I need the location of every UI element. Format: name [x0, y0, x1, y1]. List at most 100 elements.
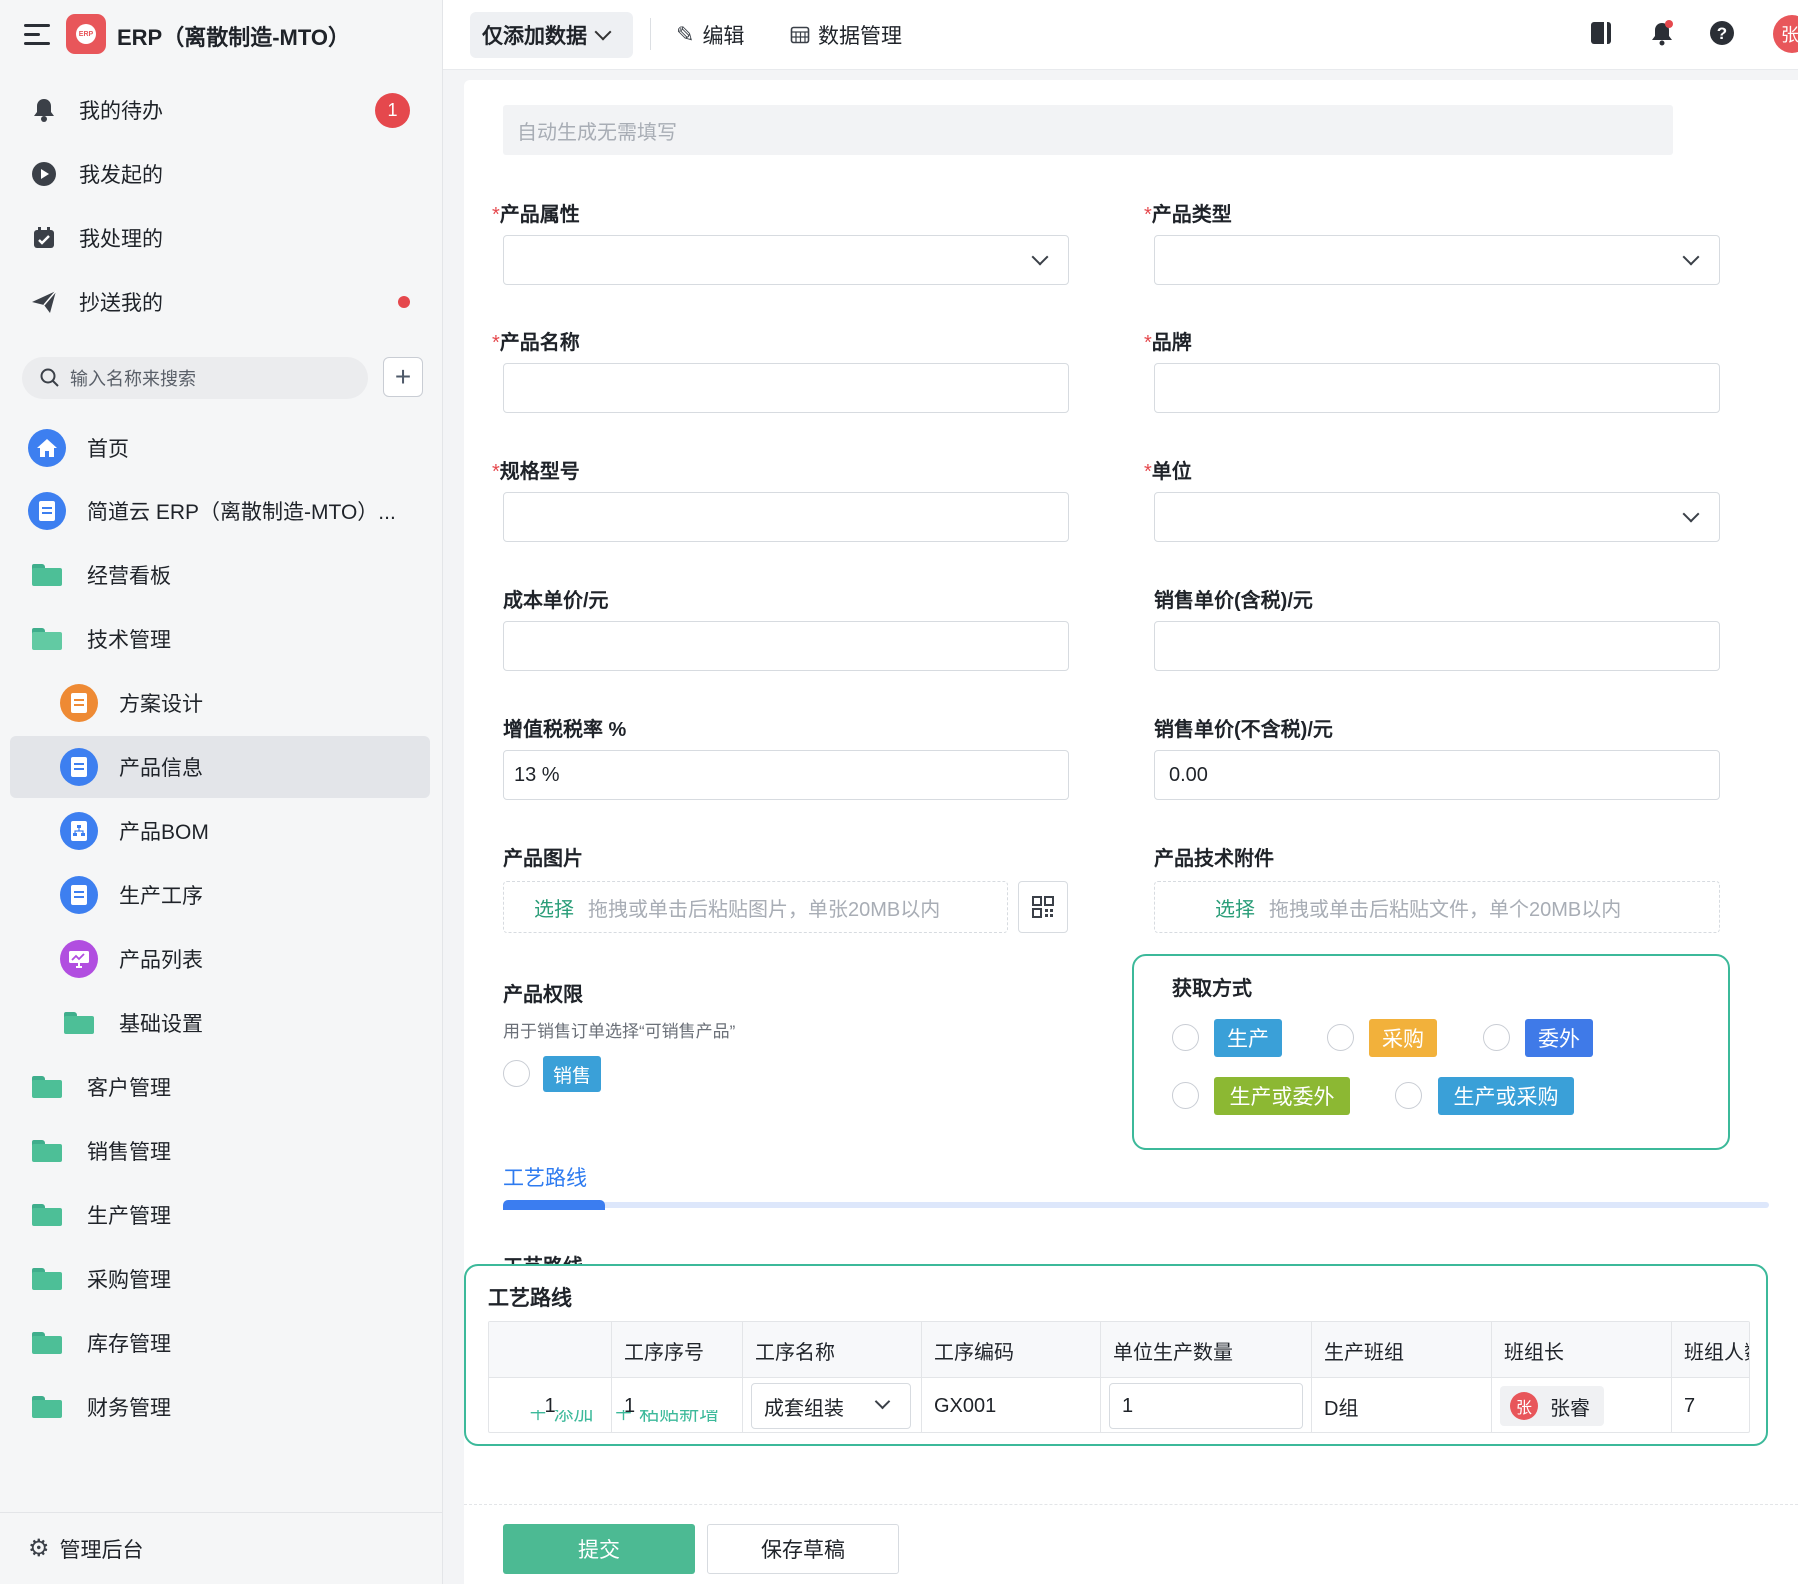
- menu-icon[interactable]: [24, 24, 50, 46]
- add-row-actions[interactable]: ＋ 添加 ＋ 粘贴新增: [528, 1410, 719, 1424]
- nav-process-label: 生产工序: [119, 885, 203, 908]
- spec-input[interactable]: [503, 492, 1069, 542]
- sale-price-tax-label: 销售单价(含税)/元: [1154, 590, 1313, 612]
- chevron-down-icon: [874, 1393, 891, 1410]
- product-attr-select[interactable]: [503, 235, 1069, 285]
- brand-label: *品牌: [1144, 332, 1192, 354]
- nav-tech[interactable]: 技术管理: [10, 608, 430, 670]
- cost-price-label: 成本单价/元: [503, 590, 609, 612]
- admin-link[interactable]: ⚙ 管理后台: [0, 1512, 443, 1584]
- nav-dashboard-label: 经营看板: [87, 565, 171, 588]
- nav-scheme[interactable]: 方案设计: [10, 672, 430, 734]
- todo-handled-label: 我处理的: [79, 228, 163, 251]
- nav-purchase-label: 采购管理: [87, 1269, 171, 1292]
- clipboard-icon: [60, 748, 98, 786]
- product-name-input[interactable]: [503, 363, 1069, 413]
- nav-inventory-label: 库存管理: [87, 1333, 171, 1356]
- notification-bell-icon[interactable]: [1647, 18, 1677, 48]
- nav-product-info-label: 产品信息: [119, 757, 203, 780]
- nav-erp-doc[interactable]: 简道云 ERP（离散制造-MTO）...: [10, 480, 430, 542]
- chevron-down-icon: [1031, 248, 1049, 266]
- todo-initiated-label: 我发起的: [79, 164, 163, 187]
- nav-production[interactable]: 生产管理: [10, 1184, 430, 1246]
- folder-icon: [32, 1268, 62, 1290]
- data-manage-label: 数据管理: [818, 25, 902, 48]
- nav-base-settings-label: 基础设置: [119, 1013, 203, 1036]
- todo-pending[interactable]: 我的待办 1: [0, 82, 443, 138]
- notebook-icon[interactable]: [1586, 18, 1616, 48]
- submit-button[interactable]: 提交: [503, 1524, 695, 1574]
- nav-purchase[interactable]: 采购管理: [10, 1248, 430, 1310]
- user-avatar[interactable]: 张: [1773, 15, 1798, 53]
- row-seq-cell[interactable]: 1: [612, 1378, 743, 1432]
- nav-bom[interactable]: 产品BOM: [10, 800, 430, 862]
- attach-upload-hint: 拖拽或单击后粘贴文件，单个20MB以内: [1269, 898, 1622, 921]
- nav-home-label: 首页: [87, 438, 129, 461]
- todo-initiated[interactable]: 我发起的: [0, 146, 443, 202]
- acquire-radio-outsource[interactable]: [1483, 1024, 1510, 1051]
- edit-button[interactable]: ✎ 编辑: [676, 20, 744, 50]
- col-header-code: 工序编码: [922, 1322, 1101, 1378]
- folder-icon: [32, 1332, 62, 1354]
- product-name-label: *产品名称: [492, 332, 580, 354]
- brand-input[interactable]: [1154, 363, 1720, 413]
- nav-product-list[interactable]: 产品列表: [10, 928, 430, 990]
- tab-route[interactable]: 工艺路线: [503, 1162, 587, 1192]
- search-bar[interactable]: 输入名称来搜索: [22, 357, 368, 399]
- col-header-name: 工序名称: [743, 1322, 922, 1378]
- nav-process[interactable]: 生产工序: [10, 864, 430, 926]
- search-input[interactable]: 输入名称来搜索: [70, 365, 196, 391]
- image-select-link[interactable]: 选择: [534, 893, 574, 922]
- mode-dropdown[interactable]: 仅添加数据: [470, 12, 633, 58]
- folder-icon: [32, 1140, 62, 1162]
- nav-dashboard[interactable]: 经营看板: [10, 544, 430, 606]
- data-manage-button[interactable]: 数据管理: [790, 20, 902, 50]
- folder-icon: [32, 1396, 62, 1418]
- qr-code-button[interactable]: [1018, 881, 1068, 933]
- sale-price-notax-input[interactable]: 0.00: [1154, 750, 1720, 800]
- folder-open-icon: [32, 628, 62, 650]
- acquire-radio-produce-or-outsource[interactable]: [1172, 1082, 1199, 1109]
- nav-customer[interactable]: 客户管理: [10, 1056, 430, 1118]
- admin-label: 管理后台: [59, 1538, 144, 1562]
- help-icon[interactable]: ?: [1707, 18, 1737, 48]
- nav-base-settings[interactable]: 基础设置: [10, 992, 430, 1054]
- sales-tag: 销售: [543, 1056, 602, 1092]
- leader-chip[interactable]: 张 张睿: [1500, 1386, 1604, 1426]
- nav-finance[interactable]: 财务管理: [10, 1376, 430, 1438]
- acquire-radio-produce-or-purchase[interactable]: [1395, 1082, 1422, 1109]
- leader-name: 张睿: [1550, 1397, 1590, 1420]
- vat-rate-input[interactable]: 13 %: [503, 750, 1069, 800]
- qty-input[interactable]: 1: [1109, 1383, 1303, 1429]
- attach-select-link[interactable]: 选择: [1215, 893, 1255, 922]
- product-type-select[interactable]: [1154, 235, 1720, 285]
- cost-price-input[interactable]: [503, 621, 1069, 671]
- row-leader-cell: 张 张睿: [1492, 1378, 1672, 1432]
- attach-upload-zone[interactable]: 选择 拖拽或单击后粘贴文件，单个20MB以内: [1154, 881, 1720, 933]
- vat-rate-label: 增值税税率 %: [503, 719, 627, 741]
- unit-select[interactable]: [1154, 492, 1720, 542]
- nav-product-info[interactable]: 产品信息: [10, 736, 430, 798]
- auto-number-field: 自动生成无需填写: [503, 105, 1673, 155]
- todo-handled[interactable]: 我处理的: [0, 210, 443, 266]
- process-name-select[interactable]: 成套组装: [751, 1383, 911, 1429]
- form-panel: 自动生成无需填写 *产品属性 *产品类型 *产品名称 *品牌 *规格型号 *单位…: [464, 80, 1798, 1584]
- acquire-radio-purchase[interactable]: [1327, 1024, 1354, 1051]
- nav-inventory[interactable]: 库存管理: [10, 1312, 430, 1374]
- acquire-radio-produce[interactable]: [1172, 1024, 1199, 1051]
- image-upload-zone[interactable]: 选择 拖拽或单击后粘贴图片，单张20MB以内: [503, 881, 1008, 933]
- sale-price-tax-input[interactable]: [1154, 621, 1720, 671]
- chart-screen-icon: [60, 940, 98, 978]
- todo-pending-label: 我的待办: [79, 100, 163, 123]
- produce-or-outsource-tag: 生产或委外: [1214, 1077, 1350, 1115]
- todo-cc[interactable]: 抄送我的: [0, 274, 443, 330]
- footer-divider: [464, 1504, 1798, 1505]
- nav-sales[interactable]: 销售管理: [10, 1120, 430, 1182]
- save-draft-button[interactable]: 保存草稿: [707, 1524, 899, 1574]
- sidebar: ERP ERP（离散制造-MTO） 我的待办 1 我发起的 我处理的 抄送我的 …: [0, 0, 443, 1584]
- add-app-button[interactable]: +: [383, 357, 423, 397]
- permission-radio-sales[interactable]: [503, 1060, 530, 1087]
- nav-home[interactable]: 首页: [10, 417, 430, 479]
- gear-icon: ⚙: [28, 1535, 50, 1562]
- spec-label: *规格型号: [492, 461, 580, 483]
